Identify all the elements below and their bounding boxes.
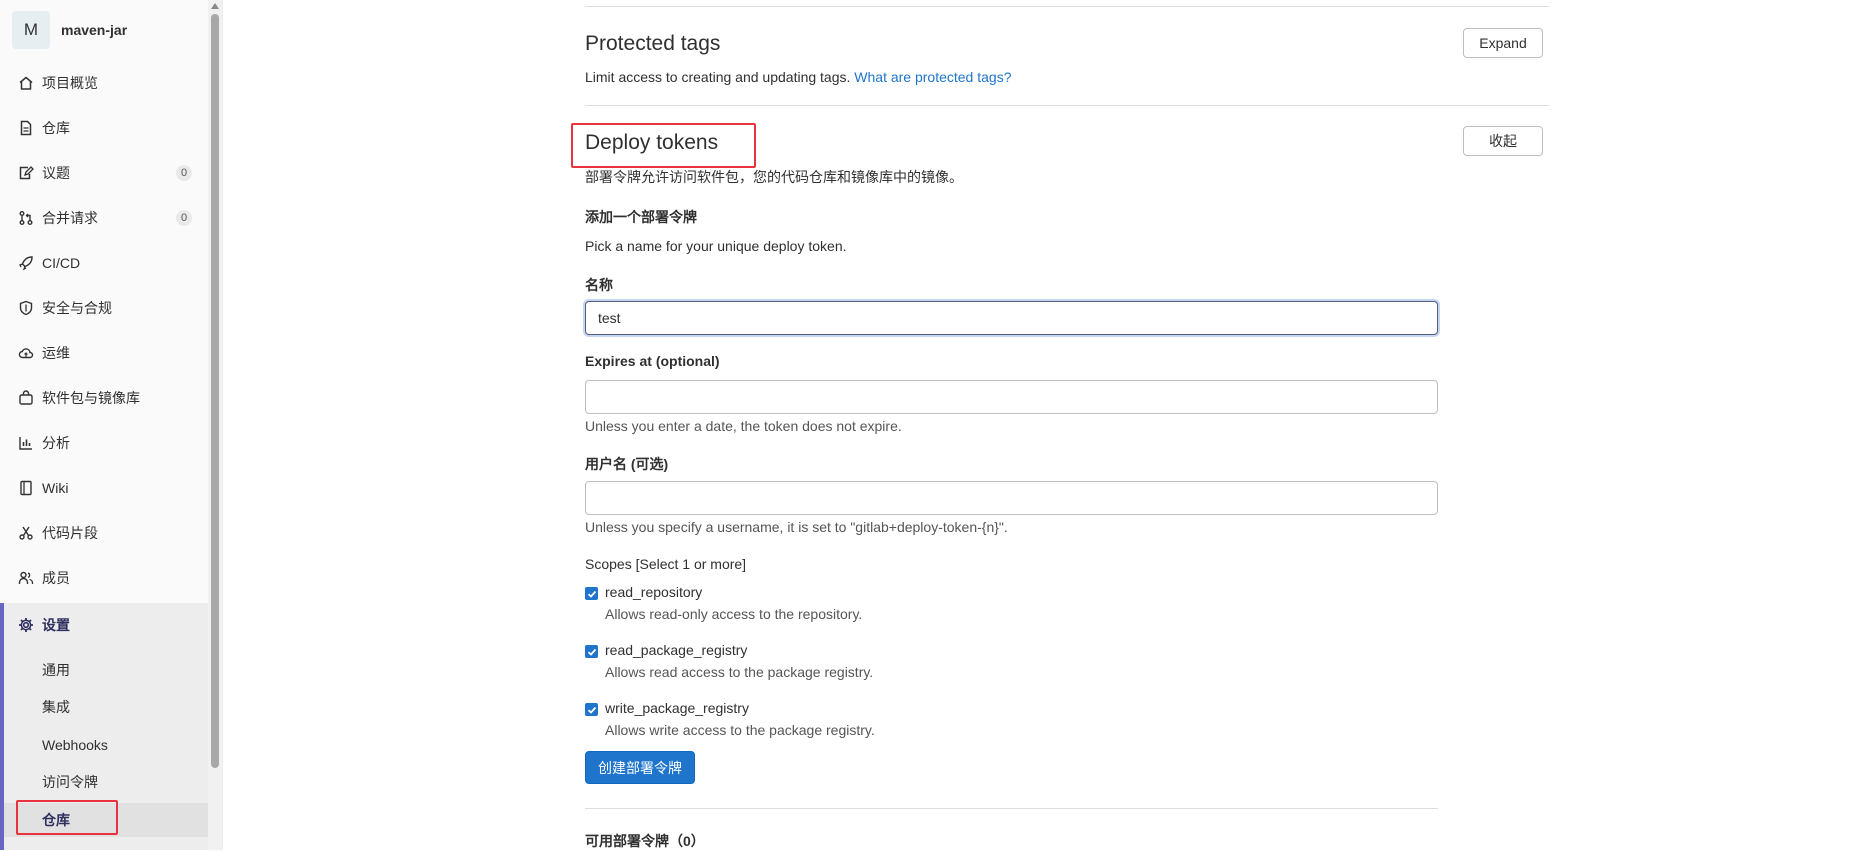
read-package-registry-label[interactable]: read_package_registry xyxy=(605,642,747,658)
sidebar-item-label: 项目概览 xyxy=(42,75,98,91)
cloud-icon xyxy=(18,345,34,361)
read-package-registry-help: Allows read access to the package regist… xyxy=(605,664,874,680)
sidebar-item-merge-requests[interactable]: 合并请求 0 xyxy=(0,200,208,236)
sidebar-item-members[interactable]: 成员 xyxy=(0,560,208,596)
username-input[interactable] xyxy=(585,481,1438,515)
protected-tags-help-link[interactable]: What are protected tags? xyxy=(854,69,1011,85)
sidebar-item-label: 软件包与镜像库 xyxy=(42,390,140,406)
sidebar-item-label: 安全与合规 xyxy=(42,300,112,316)
sidebar-item-label: Wiki xyxy=(42,480,69,496)
sidebar-subitem-general[interactable]: 通用 xyxy=(4,653,208,687)
protected-tags-expand-button[interactable]: Expand xyxy=(1463,28,1543,58)
deploy-tokens-description: 部署令牌允许访问软件包，您的代码仓库和镜像库中的镜像。 xyxy=(585,169,963,185)
sidebar-subitem-webhooks[interactable]: Webhooks xyxy=(4,728,208,762)
rocket-icon xyxy=(18,255,34,271)
book-icon xyxy=(18,480,34,496)
username-label: 用户名 (可选) xyxy=(585,456,669,472)
sidebar-item-repository[interactable]: 仓库 xyxy=(0,110,208,146)
read-repository-checkbox[interactable] xyxy=(585,587,598,600)
issues-icon xyxy=(18,165,34,181)
sidebar-item-cicd[interactable]: CI/CD xyxy=(0,245,208,281)
project-header[interactable]: M maven-jar xyxy=(12,10,127,50)
project-avatar: M xyxy=(12,11,50,49)
write-package-registry-label[interactable]: write_package_registry xyxy=(605,700,749,716)
name-label: 名称 xyxy=(585,277,613,293)
read-repository-label[interactable]: read_repository xyxy=(605,584,702,600)
sidebar-item-label: CI/CD xyxy=(42,255,81,271)
sidebar-item-security[interactable]: 安全与合规 xyxy=(0,290,208,326)
snippet-icon xyxy=(18,525,34,541)
divider xyxy=(585,6,1549,7)
token-name-input[interactable] xyxy=(585,301,1438,335)
divider xyxy=(585,105,1549,106)
expires-help: Unless you enter a date, the token does … xyxy=(585,418,902,434)
write-package-registry-checkbox[interactable] xyxy=(585,703,598,716)
protected-tags-title: Protected tags xyxy=(585,32,721,55)
merge-request-icon xyxy=(18,210,34,226)
add-deploy-token-subtext: Pick a name for your unique deploy token… xyxy=(585,238,847,254)
sidebar-item-overview[interactable]: 项目概览 xyxy=(0,65,208,101)
sidebar-item-label: 合并请求 xyxy=(42,210,98,226)
project-name: maven-jar xyxy=(61,22,128,38)
read-repository-help: Allows read-only access to the repositor… xyxy=(605,606,863,622)
read-package-registry-checkbox[interactable] xyxy=(585,645,598,658)
sidebar-item-label: 成员 xyxy=(42,570,70,586)
sidebar-subitem-access-tokens[interactable]: 访问令牌 xyxy=(4,765,208,799)
sidebar-item-snippets[interactable]: 代码片段 xyxy=(0,515,208,551)
sidebar-item-packages[interactable]: 软件包与镜像库 xyxy=(0,380,208,416)
sidebar-item-operations[interactable]: 运维 xyxy=(0,335,208,371)
settings-label: 设置 xyxy=(42,617,70,633)
sidebar-item-label: 仓库 xyxy=(42,120,70,136)
deploy-tokens-title: Deploy tokens xyxy=(585,131,719,154)
sidebar-item-wiki[interactable]: Wiki xyxy=(0,470,208,506)
chart-icon xyxy=(18,435,34,451)
gear-icon xyxy=(18,617,34,633)
issues-count-badge: 0 xyxy=(176,165,192,181)
package-icon xyxy=(18,390,34,406)
expires-at-input[interactable] xyxy=(585,380,1438,414)
document-icon xyxy=(18,120,34,136)
sidebar-subitem-repository[interactable]: 仓库 xyxy=(4,803,208,837)
shield-icon xyxy=(18,300,34,316)
sidebar-item-settings[interactable]: 设置 xyxy=(4,603,212,647)
write-package-registry-help: Allows write access to the package regis… xyxy=(605,722,875,738)
sidebar-item-label: 代码片段 xyxy=(42,525,98,541)
username-help: Unless you specify a username, it is set… xyxy=(585,519,1008,535)
available-deploy-tokens-heading: 可用部署令牌（0） xyxy=(585,833,705,849)
sidebar-item-label: 运维 xyxy=(42,345,70,361)
main-content: Protected tags Expand Limit access to cr… xyxy=(585,0,1549,850)
protected-tags-description-text: Limit access to creating and updating ta… xyxy=(585,69,851,85)
protected-tags-description: Limit access to creating and updating ta… xyxy=(585,69,1011,85)
sidebar-subitem-integrations[interactable]: 集成 xyxy=(4,690,208,724)
sidebar-scrollbar-thumb[interactable] xyxy=(211,14,219,768)
sidebar-item-label: 议题 xyxy=(42,165,70,181)
divider xyxy=(585,808,1438,809)
deploy-tokens-collapse-button[interactable]: 收起 xyxy=(1463,126,1543,156)
home-icon xyxy=(18,75,34,91)
scroll-up-arrow-icon[interactable] xyxy=(211,3,219,9)
sidebar: M maven-jar 项目概览 仓库 议题 0 合并请求 0 CI/CD 安全… xyxy=(0,0,223,850)
scopes-label: Scopes [Select 1 or more] xyxy=(585,556,747,572)
expires-label: Expires at (optional) xyxy=(585,353,720,369)
sidebar-item-analytics[interactable]: 分析 xyxy=(0,425,208,461)
settings-section: 设置 通用 集成 Webhooks 访问令牌 仓库 xyxy=(0,603,212,850)
merge-requests-count-badge: 0 xyxy=(176,210,192,226)
create-deploy-token-button[interactable]: 创建部署令牌 xyxy=(585,751,695,784)
add-deploy-token-heading: 添加一个部署令牌 xyxy=(585,209,697,225)
sidebar-item-issues[interactable]: 议题 0 xyxy=(0,155,208,191)
sidebar-item-label: 分析 xyxy=(42,435,70,451)
users-icon xyxy=(18,570,34,586)
